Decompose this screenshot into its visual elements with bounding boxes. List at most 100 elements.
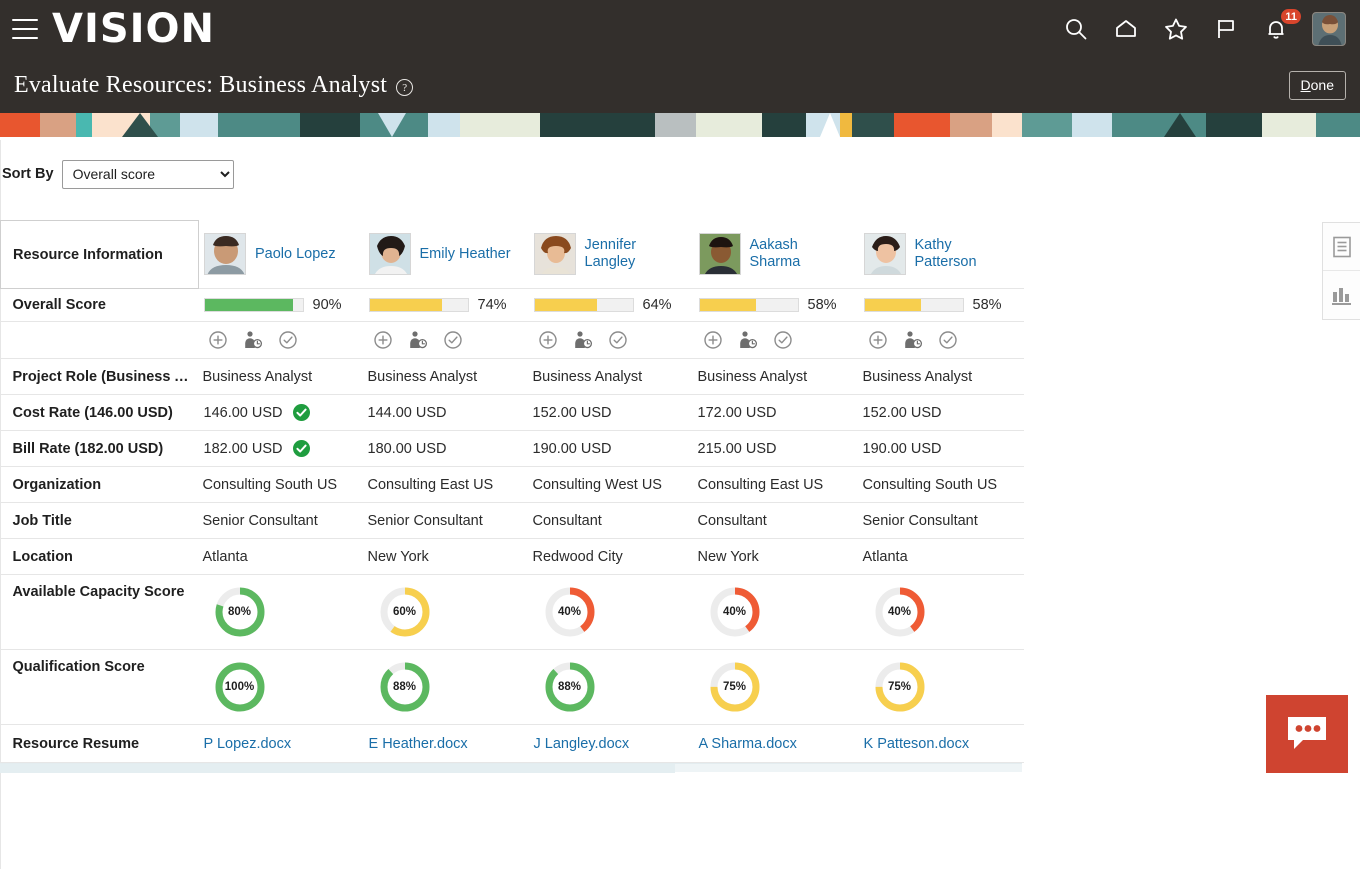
score-bar — [863, 298, 964, 312]
location-cell: Atlanta — [198, 538, 364, 575]
add-icon[interactable] — [208, 330, 228, 350]
resource-column-0[interactable]: Paolo Lopez — [198, 220, 364, 289]
notifications-bell-icon[interactable]: 11 — [1262, 8, 1302, 43]
add-icon[interactable] — [373, 330, 393, 350]
bill-rate-cell: 182.00 USD — [198, 430, 364, 467]
resume-cell[interactable]: J Langley.docx — [528, 724, 694, 763]
organization-cell: Consulting South US — [198, 466, 364, 503]
donut-value: 100% — [224, 681, 255, 693]
resume-link[interactable]: J Langley.docx — [530, 736, 630, 752]
help-icon[interactable]: ? — [396, 79, 414, 96]
row-label-resume: Resource Resume — [0, 724, 199, 763]
qualification-donut: 100% — [213, 660, 267, 714]
add-icon[interactable] — [703, 330, 723, 350]
cost-rate-cell: 144.00 USD — [363, 394, 529, 431]
confirm-icon[interactable] — [443, 330, 463, 350]
list-view-icon[interactable] — [1323, 223, 1360, 271]
page-title: Evaluate Resources: Business Analyst — [14, 72, 388, 98]
score-bar — [368, 298, 469, 312]
resource-column-1[interactable]: Emily Heather — [363, 220, 529, 289]
score-bar — [698, 298, 799, 312]
capacity-cell-1: 60% — [363, 574, 529, 650]
resume-cell[interactable]: E Heather.docx — [363, 724, 529, 763]
cost-rate-cell: 146.00 USD — [198, 394, 364, 431]
row-label-available-capacity: Available Capacity Score — [0, 574, 199, 650]
resource-name-link[interactable]: Jennifer Langley — [585, 237, 637, 271]
match-check-icon — [292, 404, 310, 421]
actions-cell-3 — [693, 321, 859, 359]
row-label-location: Location — [0, 538, 199, 575]
view-switcher-rail — [1322, 222, 1360, 320]
resume-cell[interactable]: K Patteson.docx — [858, 724, 1024, 763]
resume-link[interactable]: P Lopez.docx — [200, 736, 292, 752]
resume-link[interactable]: E Heather.docx — [365, 736, 468, 752]
resource-name-link[interactable]: Kathy Patterson — [915, 237, 977, 271]
sort-by-select[interactable]: Overall score — [61, 159, 234, 189]
confirm-icon[interactable] — [278, 330, 298, 350]
qualification-cell-2: 88% — [528, 649, 694, 725]
flag-icon[interactable] — [1212, 15, 1240, 43]
resource-column-4[interactable]: Kathy Patterson — [858, 220, 1024, 289]
resource-availability-icon[interactable] — [738, 330, 758, 350]
job-title-cell: Senior Consultant — [858, 502, 1024, 539]
user-avatar[interactable] — [1312, 12, 1346, 46]
qualification-donut: 88% — [378, 660, 432, 714]
confirm-icon[interactable] — [608, 330, 628, 350]
app-header: VISION 11 Evaluate Resources: Business A… — [0, 0, 1360, 113]
resume-link[interactable]: K Patteson.docx — [860, 736, 970, 752]
confirm-icon[interactable] — [938, 330, 958, 350]
location-cell: New York — [693, 538, 859, 575]
resume-link[interactable]: A Sharma.docx — [695, 736, 797, 752]
resume-cell[interactable]: A Sharma.docx — [693, 724, 859, 763]
resource-availability-icon[interactable] — [243, 330, 263, 350]
score-value: 64% — [642, 297, 672, 313]
horizontal-scrollbar[interactable] — [0, 763, 1022, 773]
resource-name-link[interactable]: Paolo Lopez — [255, 246, 336, 263]
done-button[interactable]: Done — [1288, 71, 1346, 100]
avatar — [368, 233, 411, 276]
resource-availability-icon[interactable] — [573, 330, 593, 350]
capacity-donut: 40% — [708, 585, 762, 639]
avatar — [698, 233, 741, 276]
cost-rate-row: Cost Rate (146.00 USD) 146.00 USD 144.00… — [0, 394, 1024, 431]
resource-column-3[interactable]: Aakash Sharma — [693, 220, 859, 289]
confirm-icon[interactable] — [773, 330, 793, 350]
donut-value: 60% — [392, 606, 417, 618]
location-cell: Atlanta — [858, 538, 1024, 575]
chart-view-icon[interactable] — [1323, 271, 1360, 319]
favorites-star-icon[interactable] — [1162, 15, 1190, 43]
resource-availability-icon[interactable] — [903, 330, 923, 350]
page-title-bar: Evaluate Resources: Business Analyst ? D… — [0, 58, 1360, 113]
organization-cell: Consulting East US — [363, 466, 529, 503]
organization-row: Organization Consulting South US Consult… — [0, 466, 1024, 503]
app-logo[interactable]: VISION — [52, 9, 215, 49]
bill-rate-value: 182.00 USD — [203, 440, 283, 457]
decorative-banner — [0, 113, 1360, 137]
resource-name-link[interactable]: Aakash Sharma — [750, 237, 801, 271]
row-label-cost-rate: Cost Rate (146.00 USD) — [0, 394, 199, 431]
organization-cell: Consulting West US — [528, 466, 694, 503]
avatar — [204, 233, 246, 276]
actions-cell-0 — [198, 321, 364, 359]
donut-value: 75% — [887, 681, 912, 693]
resume-cell[interactable]: P Lopez.docx — [198, 724, 364, 763]
capacity-donut: 40% — [543, 585, 597, 639]
add-icon[interactable] — [868, 330, 888, 350]
resource-column-2[interactable]: Jennifer Langley — [528, 220, 694, 289]
chat-bubble-icon[interactable] — [1266, 695, 1348, 773]
actions-cell-4 — [858, 321, 1024, 359]
capacity-donut: 40% — [873, 585, 927, 639]
resource-actions-row — [0, 321, 1024, 359]
resource-availability-icon[interactable] — [408, 330, 428, 350]
row-label-bill-rate: Bill Rate (182.00 USD) — [0, 430, 199, 467]
hamburger-menu-icon[interactable] — [12, 19, 38, 39]
donut-value: 40% — [887, 606, 912, 618]
header-icon-group: 11 — [1062, 8, 1346, 46]
home-icon[interactable] — [1112, 15, 1140, 43]
resource-name-link[interactable]: Emily Heather — [420, 246, 511, 263]
resource-comparison-table: Resource Information Paolo Lopez Emily H… — [0, 220, 1024, 773]
overall-score-cell-4: 58% — [858, 288, 1024, 322]
add-icon[interactable] — [538, 330, 558, 350]
qualification-cell-0: 100% — [198, 649, 364, 725]
search-icon[interactable] — [1062, 15, 1090, 43]
